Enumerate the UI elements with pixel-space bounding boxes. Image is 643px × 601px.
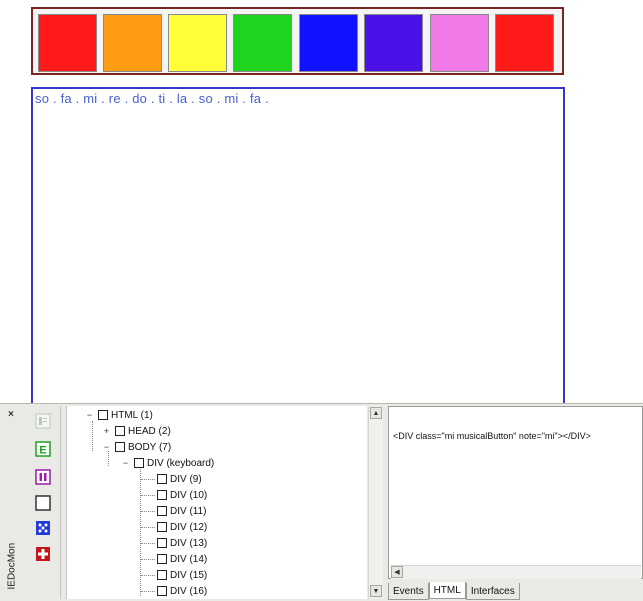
collapse-icon[interactable]: − (121, 458, 130, 468)
tree-node-label: DIV (16) (170, 585, 208, 597)
iedocmon-panel: × IEDocMon E − HTML (1) + HEAD (2) − BOD… (0, 403, 643, 601)
red-cross-icon[interactable] (34, 545, 52, 563)
node-checkbox[interactable] (157, 538, 167, 548)
tree-node-label: HTML (1) (111, 409, 153, 421)
node-checkbox[interactable] (157, 570, 167, 580)
node-checkbox[interactable] (157, 490, 167, 500)
tree-node-div[interactable]: DIV (13) (157, 536, 207, 550)
html-view-scrollbar[interactable]: ◀ (391, 565, 641, 579)
scroll-down-icon[interactable]: ▼ (370, 585, 382, 597)
toolbar-separator (60, 406, 61, 599)
node-checkbox[interactable] (157, 474, 167, 484)
tree-node-div[interactable]: DIV (12) (157, 520, 207, 534)
element-icon[interactable]: E (34, 440, 52, 458)
node-checkbox[interactable] (157, 506, 167, 516)
tab-html[interactable]: HTML (428, 582, 466, 599)
node-checkbox[interactable] (157, 554, 167, 564)
tree-node-div[interactable]: DIV (11) (157, 504, 207, 518)
notes-output-text: so . fa . mi . re . do . ti . la . so . … (35, 91, 269, 106)
tree-node-div[interactable]: DIV (15) (157, 568, 207, 582)
tree-node-div-keyboard[interactable]: − DIV (keyboard) (121, 456, 214, 470)
tree-node-label: DIV (13) (170, 537, 208, 549)
svg-text:E: E (39, 445, 46, 457)
node-checkbox[interactable] (98, 410, 108, 420)
node-checkbox[interactable] (134, 458, 144, 468)
key-la[interactable] (364, 14, 423, 72)
key-do[interactable] (38, 14, 97, 72)
tree-node-label: DIV (11) (170, 505, 207, 517)
key-ti[interactable] (430, 14, 489, 72)
tree-scrollbar[interactable]: ▲ ▼ (368, 406, 383, 599)
tab-interfaces[interactable]: Interfaces (465, 583, 520, 600)
panel-title: IEDocMon (6, 542, 18, 590)
tree-node-label: DIV (keyboard) (147, 457, 215, 469)
toolbar: E (34, 409, 56, 599)
scroll-left-icon[interactable]: ◀ (391, 566, 403, 578)
tab-events[interactable]: Events (388, 583, 429, 600)
tree-node-head[interactable]: + HEAD (2) (102, 424, 171, 438)
blank-box-icon[interactable] (34, 494, 52, 512)
dom-tree: − HTML (1) + HEAD (2) − BODY (7) − DIV (… (66, 406, 367, 599)
pause-icon[interactable] (34, 468, 52, 486)
tree-node-label: DIV (14) (170, 553, 208, 565)
tree-node-label: DIV (12) (170, 521, 208, 533)
tree-node-label: DIV (10) (170, 489, 208, 501)
node-checkbox[interactable] (157, 522, 167, 532)
key-do-high[interactable] (495, 14, 554, 72)
html-source-view: <DIV class="mi musicalButton" note="mi">… (388, 406, 643, 579)
scroll-up-icon[interactable]: ▲ (370, 407, 382, 419)
tree-node-html[interactable]: − HTML (1) (85, 408, 153, 422)
key-mi[interactable] (168, 14, 227, 72)
musical-keyboard (31, 7, 564, 75)
tree-node-div[interactable]: DIV (10) (157, 488, 207, 502)
key-fa[interactable] (233, 14, 292, 72)
tree-node-label: DIV (9) (170, 473, 202, 485)
node-checkbox[interactable] (115, 426, 125, 436)
node-checkbox[interactable] (157, 586, 167, 596)
node-checkbox[interactable] (115, 442, 125, 452)
properties-icon[interactable] (34, 412, 52, 430)
tree-node-label: DIV (15) (170, 569, 208, 581)
expand-icon[interactable]: + (102, 426, 111, 436)
notes-output-box: so . fa . mi . re . do . ti . la . so . … (31, 87, 565, 407)
tree-node-body[interactable]: − BODY (7) (102, 440, 171, 454)
tree-node-label: HEAD (2) (128, 425, 171, 437)
panel-tabs: Events HTML Interfaces (388, 582, 520, 601)
collapse-icon[interactable]: − (102, 442, 111, 452)
key-so[interactable] (299, 14, 358, 72)
collapse-icon[interactable]: − (85, 410, 94, 420)
close-icon[interactable]: × (8, 409, 14, 420)
html-source-text: <DIV class="mi musicalButton" note="mi">… (393, 431, 591, 441)
dots-icon[interactable] (34, 519, 52, 537)
tree-node-div[interactable]: DIV (16) (157, 584, 207, 598)
tree-node-div[interactable]: DIV (9) (157, 472, 202, 486)
tree-node-label: BODY (7) (128, 441, 172, 453)
tree-node-div[interactable]: DIV (14) (157, 552, 207, 566)
key-re[interactable] (103, 14, 162, 72)
